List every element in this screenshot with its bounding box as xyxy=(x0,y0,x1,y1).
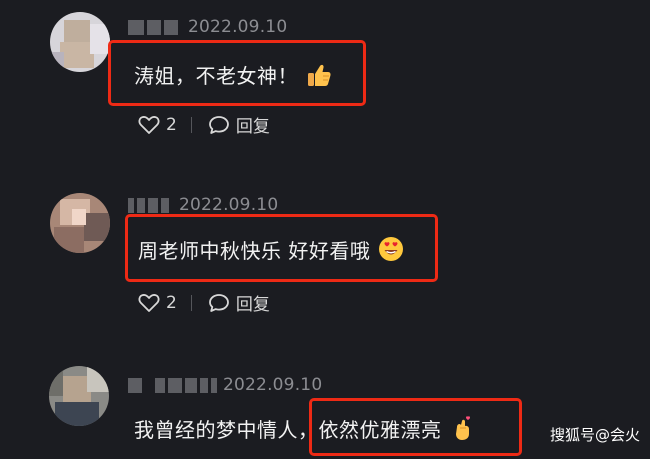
reply-button[interactable]: 回复 xyxy=(208,290,270,315)
comment-text-content: 周老师中秋快乐 好好看哦 xyxy=(138,239,371,263)
avatar[interactable] xyxy=(50,12,110,72)
reply-button[interactable]: 回复 xyxy=(208,112,270,137)
comment-meta: 2022.09.10 xyxy=(128,374,322,396)
watermark: 搜狐号@会火 xyxy=(549,426,640,444)
reply-label: 回复 xyxy=(235,117,270,137)
username-blurred[interactable] xyxy=(128,19,178,35)
comment-meta: 2022.09.10 xyxy=(128,194,278,216)
chat-bubble-icon xyxy=(208,115,229,134)
comment-text-prefix: 我曾经的梦中情人， xyxy=(134,418,319,442)
like-count: 2 xyxy=(166,292,177,313)
comment-date: 2022.09.10 xyxy=(188,17,288,37)
comment-date: 2022.09.10 xyxy=(223,375,323,395)
reply-label: 回复 xyxy=(235,295,270,315)
heart-eyes-face-icon xyxy=(378,236,404,267)
like-button[interactable]: 2 xyxy=(138,115,177,135)
avatar[interactable] xyxy=(50,193,110,253)
heart-outline-icon xyxy=(138,293,160,312)
username-blurred[interactable] xyxy=(128,197,169,213)
avatar[interactable] xyxy=(49,366,109,426)
like-count: 2 xyxy=(166,114,177,135)
comment-meta: 2022.09.10 xyxy=(128,16,287,38)
comment-text: 涛姐，不老女神！ xyxy=(134,60,332,92)
comment-date: 2022.09.10 xyxy=(179,195,279,215)
comment-text-content: 涛姐，不老女神！ xyxy=(134,64,298,88)
comment-text: 周老师中秋快乐 好好看哦 xyxy=(138,235,404,267)
username-blurred[interactable] xyxy=(128,377,217,393)
divider xyxy=(190,294,192,311)
like-button[interactable]: 2 xyxy=(138,293,177,313)
heart-outline-icon xyxy=(138,115,160,134)
chat-bubble-icon xyxy=(208,293,229,312)
comment-actions: 2 回复 xyxy=(138,112,270,137)
divider xyxy=(190,116,192,133)
comment-text-highlighted: 依然优雅漂亮 xyxy=(318,418,442,442)
thumbs-up-icon xyxy=(306,63,332,92)
finger-heart-icon xyxy=(450,415,474,446)
comment-actions: 2 回复 xyxy=(138,290,270,315)
comment-text: 我曾经的梦中情人，依然优雅漂亮 xyxy=(134,414,474,446)
